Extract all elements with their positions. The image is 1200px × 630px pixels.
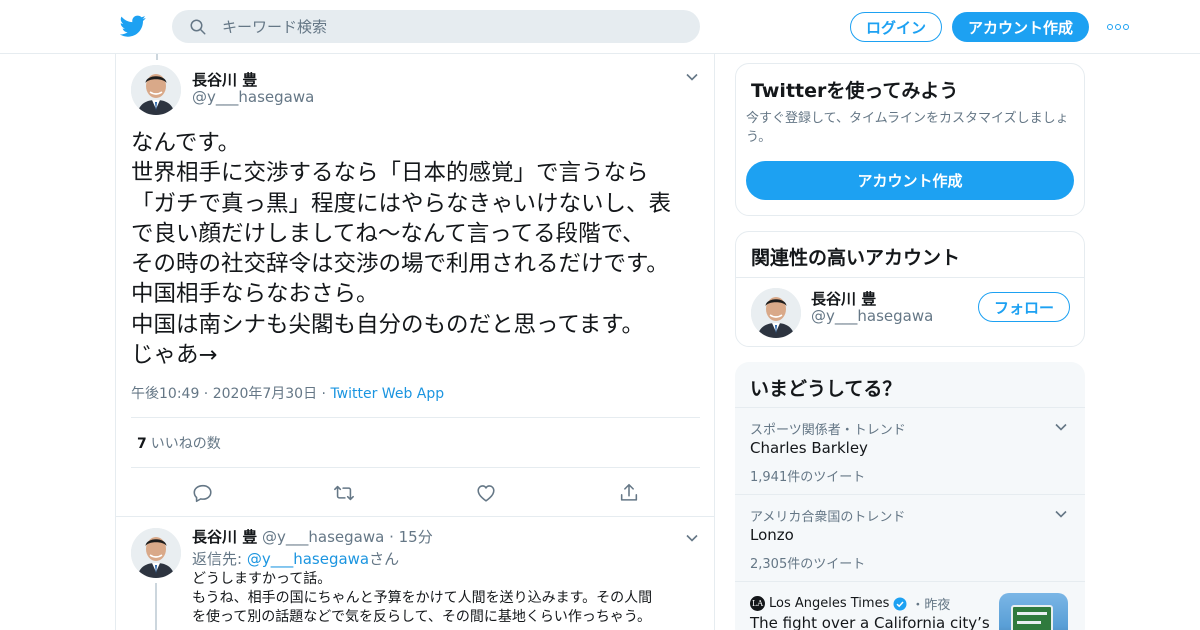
news-item[interactable]: LA Los Angeles Times ・昨夜 The fight over … [735, 581, 1085, 630]
trends-title: いまどうしてる？ [750, 378, 902, 400]
main-column: 長谷川 豊 @y___hasegawa なんです。 世界相手に交渉するなら「日本… [115, 54, 715, 630]
related-accounts-title: 関連性の高いアカウント [751, 247, 961, 269]
divider [131, 417, 700, 418]
reply-icon [193, 484, 212, 503]
news-headline: The fight over a California city’s [750, 614, 990, 630]
account-name[interactable]: 長谷川 豊 [811, 288, 876, 309]
login-button[interactable]: ログイン [850, 12, 942, 42]
signup-card-title: Twitterを使ってみよう [751, 80, 959, 102]
reply-to-handle[interactable]: @y___hasegawa [247, 550, 369, 568]
author-name[interactable]: 長谷川 豊 [192, 528, 257, 546]
tweet-date[interactable]: 2020年7月30日 [213, 386, 317, 402]
news-source-row: LA Los Angeles Times ・昨夜 [750, 594, 950, 613]
follow-button[interactable]: フォロー [978, 292, 1070, 322]
search-box[interactable] [172, 10, 700, 43]
reply-to: 返信先: @y___hasegawaさん [192, 548, 399, 569]
thread-line [156, 54, 158, 60]
like-count: 7 [137, 436, 147, 452]
chevron-down-icon[interactable] [685, 70, 699, 84]
twitter-bird-icon[interactable] [120, 13, 146, 39]
chevron-down-icon[interactable] [685, 531, 699, 545]
trend-name: Charles Barkley [750, 439, 868, 457]
tweet-source[interactable]: Twitter Web App [330, 386, 444, 402]
trend-item[interactable]: アメリカ合衆国のトレンド Lonzo 2,305件のツイート [735, 494, 1085, 581]
retweet-icon [334, 485, 354, 501]
like-stats[interactable]: 7 いいねの数 [137, 433, 221, 453]
author-name[interactable]: 長谷川 豊 [192, 69, 257, 90]
reply-to-prefix: 返信先: [192, 550, 247, 568]
chevron-down-icon[interactable] [1054, 507, 1068, 521]
search-input[interactable] [222, 10, 682, 43]
thread-line [155, 583, 157, 630]
tweet-text: なんです。 世界相手に交渉するなら「日本的感覚」で言うなら 「ガチで真っ黒」程度… [131, 130, 672, 369]
search-icon [190, 19, 206, 35]
meta-separator: · [317, 386, 331, 402]
news-source-logo: LA [750, 596, 765, 611]
meta-separator: · [199, 386, 213, 402]
signup-card: Twitterを使ってみよう 今すぐ登録して、タイムラインをカスタマイズしましょ… [735, 63, 1085, 216]
trend-item[interactable]: スポーツ関係者・トレンド Charles Barkley 1,941件のツイート [735, 407, 1085, 494]
news-time: ・昨夜 [911, 598, 951, 613]
trend-count: 1,941件のツイート [750, 470, 866, 485]
trends-card: いまどうしてる？ スポーツ関係者・トレンド Charles Barkley 1,… [735, 362, 1085, 630]
author-handle[interactable]: @y___hasegawa [262, 528, 384, 546]
account-handle[interactable]: @y___hasegawa [811, 307, 933, 325]
share-button[interactable] [618, 482, 640, 504]
reply-header: 長谷川 豊 @y___hasegawa · 15分 [192, 526, 433, 547]
verified-badge-icon [893, 597, 907, 610]
avatar[interactable] [131, 65, 181, 115]
signup-card-subtitle: 今すぐ登録して、タイムラインをカスタマイズしましょう。 [746, 111, 1069, 145]
trend-name: Lonzo [750, 526, 794, 544]
reply-to-suffix: さん [369, 550, 400, 568]
like-label: いいねの数 [150, 436, 221, 452]
author-handle[interactable]: @y___hasegawa [192, 88, 314, 106]
chevron-down-icon[interactable] [1054, 420, 1068, 434]
tweet-meta: 午後10:49 · 2020年7月30日 · Twitter Web App [131, 383, 444, 403]
retweet-button[interactable] [333, 482, 355, 504]
avatar[interactable] [131, 528, 181, 578]
like-button[interactable] [475, 482, 497, 504]
divider [131, 467, 700, 468]
tweet-age[interactable]: 15分 [399, 528, 433, 546]
tweet-time[interactable]: 午後10:49 [131, 386, 199, 402]
trend-count: 2,305件のツイート [750, 557, 866, 572]
more-dots-icon[interactable] [1107, 22, 1129, 32]
avatar[interactable] [751, 288, 801, 338]
trend-context: アメリカ合衆国のトレンド [750, 510, 906, 525]
related-accounts-card: 関連性の高いアカウント 長谷川 豊 @y___hasegawa フォロー [735, 231, 1085, 347]
news-source: Los Angeles Times [769, 596, 890, 611]
heart-icon [477, 485, 495, 502]
top-bar: ログイン アカウント作成 [0, 0, 1200, 54]
share-icon [620, 483, 638, 501]
meta-separator: · [384, 528, 399, 546]
reply-button[interactable] [192, 482, 214, 504]
signup-card-button[interactable]: アカウント作成 [746, 161, 1074, 200]
divider [736, 277, 1084, 278]
reply-text: どうしますかって話。 もうね、相手の国にちゃんと予算をかけて人間を送り込みます。… [192, 571, 653, 625]
reply-tweet[interactable]: 長谷川 豊 @y___hasegawa · 15分 返信先: @y___hase… [116, 517, 714, 630]
signup-button[interactable]: アカウント作成 [952, 12, 1089, 42]
news-thumbnail [999, 593, 1068, 630]
trend-context: スポーツ関係者・トレンド [750, 423, 906, 438]
